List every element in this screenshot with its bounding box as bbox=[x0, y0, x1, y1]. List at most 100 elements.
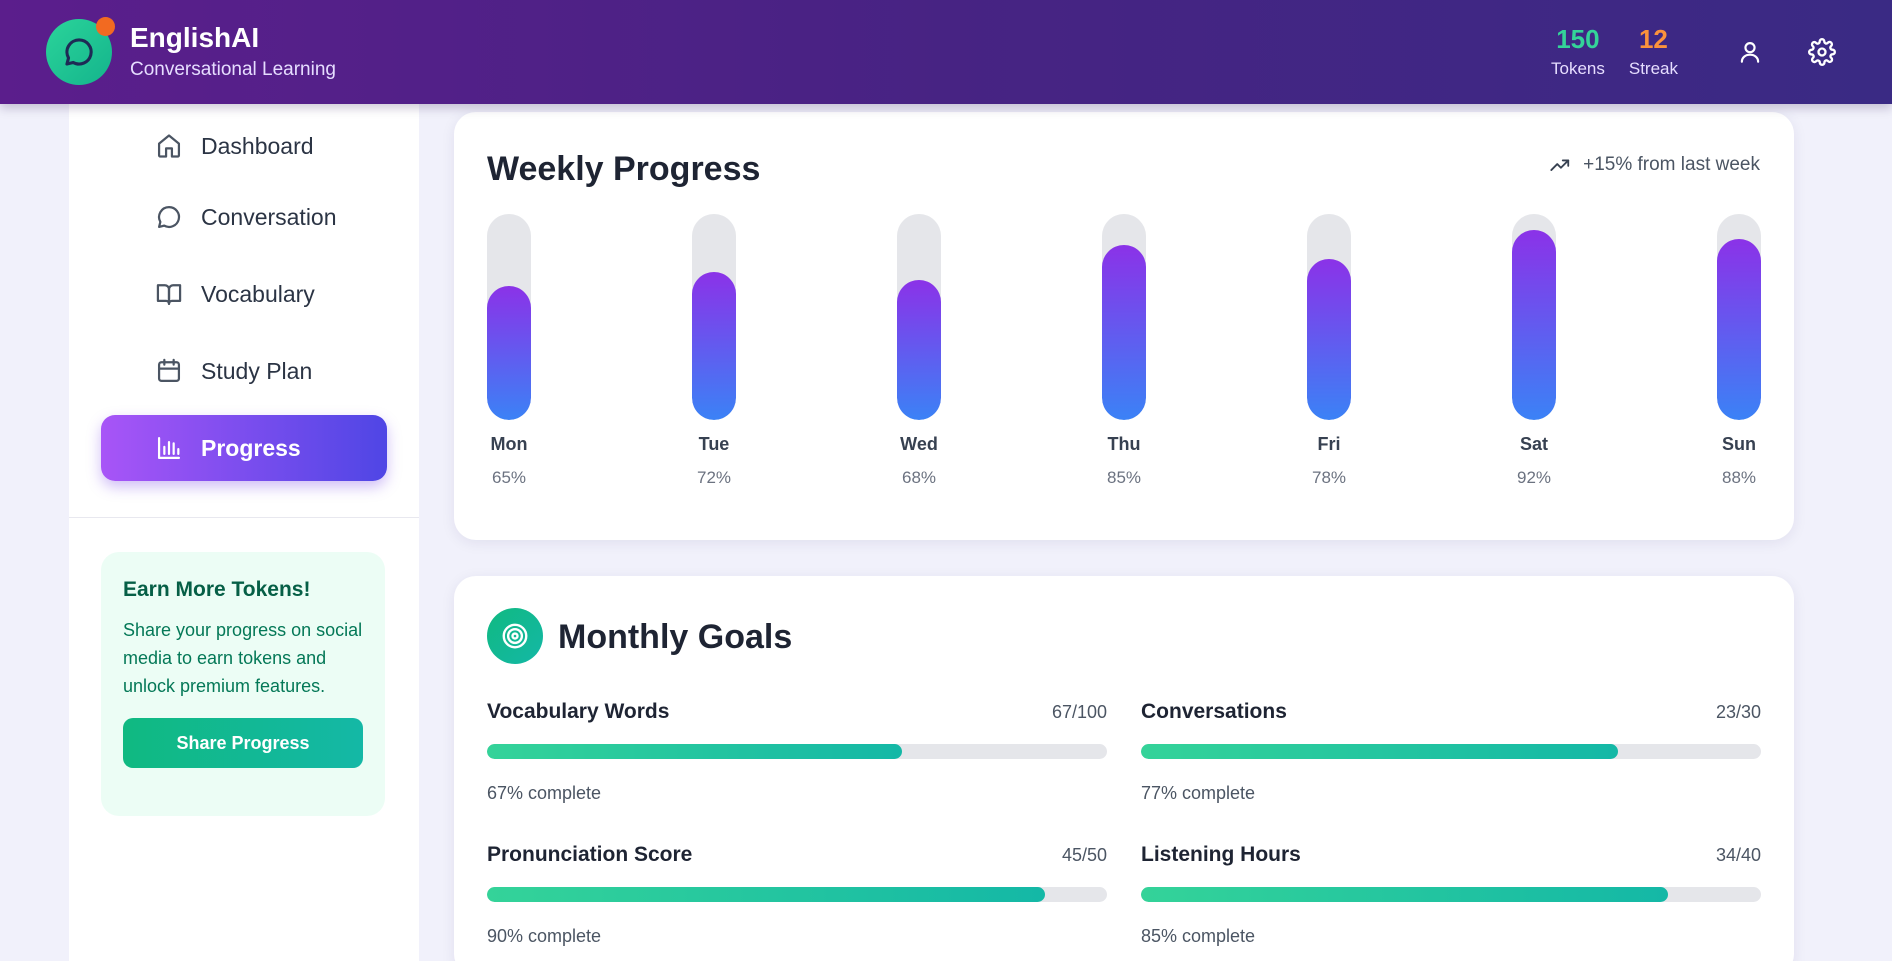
day-bar: Sat 92% bbox=[1512, 214, 1556, 494]
day-bar-fill bbox=[1102, 244, 1146, 420]
share-progress-button[interactable]: Share Progress bbox=[123, 718, 363, 768]
trending-up-icon bbox=[1550, 159, 1570, 171]
goal-count: 45/50 bbox=[1061, 845, 1107, 865]
day-bar-track bbox=[692, 214, 736, 420]
day-percent: 68% bbox=[901, 468, 937, 487]
sidebar-divider bbox=[69, 517, 419, 518]
goal-name: Conversations bbox=[1141, 700, 1287, 723]
goal-progress-fill bbox=[1141, 744, 1619, 759]
day-percent: 72% bbox=[696, 468, 732, 487]
app-name: EnglishAI bbox=[130, 22, 260, 54]
sidebar-item-label: Study Plan bbox=[201, 357, 313, 384]
tokens-stat: 150 Tokens bbox=[1551, 26, 1605, 79]
goal-item: Pronunciation Score 45/50 90% complete bbox=[487, 843, 1107, 947]
top-header: EnglishAI Conversational Learning 150 To… bbox=[0, 0, 1892, 104]
goal-count: 23/30 bbox=[1715, 702, 1761, 722]
calendar-icon bbox=[155, 357, 183, 385]
day-bar-track bbox=[1102, 214, 1146, 420]
user-icon bbox=[1740, 42, 1760, 63]
goal-progress-bar bbox=[1141, 744, 1761, 759]
goal-percent: 67% complete bbox=[487, 783, 602, 803]
sidebar-nav: Dashboard Conversation Vocabulary Study … bbox=[69, 104, 419, 481]
sidebar-item-conversation[interactable]: Conversation bbox=[101, 184, 387, 250]
goal-percent: 77% complete bbox=[1141, 783, 1256, 803]
day-bar-fill bbox=[692, 271, 736, 420]
day-percent: 92% bbox=[1516, 468, 1552, 487]
goal-item: Vocabulary Words 67/100 67% complete bbox=[487, 700, 1107, 804]
goal-name: Pronunciation Score bbox=[487, 843, 693, 866]
goal-count: 34/40 bbox=[1715, 845, 1761, 865]
goal-progress-bar bbox=[487, 744, 1107, 759]
monthly-goals-title: Monthly Goals bbox=[558, 618, 793, 656]
day-bar-fill bbox=[487, 286, 531, 420]
promo-card: Earn More Tokens! Share your progress on… bbox=[101, 552, 385, 816]
day-percent: 88% bbox=[1721, 468, 1757, 487]
day-bar-fill bbox=[1512, 230, 1556, 420]
brand[interactable]: EnglishAI Conversational Learning bbox=[46, 17, 336, 85]
sidebar-item-label: Conversation bbox=[201, 203, 337, 230]
day-bar-fill bbox=[1717, 238, 1761, 420]
goal-count: 67/100 bbox=[1051, 702, 1107, 722]
day-label: Fri bbox=[1317, 434, 1341, 454]
settings-button[interactable] bbox=[1798, 28, 1846, 76]
notification-dot bbox=[96, 17, 115, 36]
day-bar-track bbox=[897, 214, 941, 420]
goal-progress-bar bbox=[1141, 887, 1761, 902]
day-label: Tue bbox=[698, 434, 730, 454]
sidebar-item-label: Dashboard bbox=[201, 132, 314, 159]
streak-value: 12 bbox=[1638, 23, 1668, 54]
goal-name: Listening Hours bbox=[1141, 843, 1301, 866]
sidebar-item-dashboard[interactable]: Dashboard bbox=[101, 119, 387, 173]
weekly-progress-title: Weekly Progress bbox=[487, 150, 761, 188]
day-bar-fill bbox=[1307, 259, 1351, 420]
chat-bubble-icon bbox=[65, 38, 93, 66]
day-label: Mon bbox=[490, 434, 528, 454]
goal-progress-fill bbox=[487, 887, 1045, 902]
goal-progress-bar bbox=[487, 887, 1107, 902]
day-label: Thu bbox=[1107, 434, 1141, 454]
promo-text: Share your progress on social media to e… bbox=[123, 620, 363, 696]
day-bar-track bbox=[487, 214, 531, 420]
streak-stat: 12 Streak bbox=[1629, 26, 1678, 79]
day-bar-track bbox=[1717, 214, 1761, 420]
tokens-value: 150 bbox=[1556, 23, 1600, 54]
sidebar: Dashboard Conversation Vocabulary Study … bbox=[69, 104, 419, 961]
weekly-progress-card: Weekly Progress +15% from last week Mon 6… bbox=[454, 112, 1794, 540]
sidebar-item-label: Vocabulary bbox=[201, 280, 315, 307]
gear-icon bbox=[1808, 38, 1836, 66]
weekly-bars: Mon 65% Tue 72% Wed 68% Thu 85% Fri 78% Sat 92% Sun 8… bbox=[487, 214, 1761, 494]
day-bar: Wed 68% bbox=[897, 214, 941, 494]
day-bar-track bbox=[1307, 214, 1351, 420]
day-label: Wed bbox=[900, 434, 938, 454]
streak-label: Streak bbox=[1628, 58, 1678, 78]
tokens-label: Tokens bbox=[1550, 58, 1605, 78]
day-bar: Sun 88% bbox=[1717, 214, 1761, 494]
book-icon bbox=[155, 280, 183, 308]
app-subtitle: Conversational Learning bbox=[130, 58, 336, 80]
day-label: Sun bbox=[1722, 434, 1756, 454]
monthly-goals-card: Monthly Goals Vocabulary Words 67/100 67% … bbox=[454, 576, 1794, 961]
sidebar-item-progress[interactable]: Progress bbox=[101, 415, 387, 481]
goal-progress-fill bbox=[487, 744, 903, 759]
goal-item: Listening Hours 34/40 85% complete bbox=[1141, 843, 1761, 947]
target-icon bbox=[487, 608, 543, 664]
goal-progress-fill bbox=[1141, 887, 1668, 902]
sidebar-item-label: Progress bbox=[201, 434, 301, 461]
sidebar-item-vocabulary[interactable]: Vocabulary bbox=[101, 261, 387, 327]
promo-title: Earn More Tokens! bbox=[123, 578, 311, 601]
profile-button[interactable] bbox=[1726, 28, 1774, 76]
day-bar-fill bbox=[897, 279, 941, 420]
day-bar: Tue 72% bbox=[692, 214, 736, 494]
goal-percent: 90% complete bbox=[487, 926, 602, 946]
bar-chart-icon bbox=[155, 434, 183, 462]
home-icon bbox=[155, 132, 183, 160]
goal-percent: 85% complete bbox=[1141, 926, 1256, 946]
chat-bubble-icon bbox=[155, 203, 183, 231]
sidebar-item-study-plan[interactable]: Study Plan bbox=[101, 338, 387, 404]
day-percent: 65% bbox=[491, 468, 527, 487]
goal-item: Conversations 23/30 77% complete bbox=[1141, 700, 1761, 804]
day-bar: Thu 85% bbox=[1102, 214, 1146, 494]
day-label: Sat bbox=[1519, 434, 1548, 454]
day-bar: Mon 65% bbox=[487, 214, 531, 494]
goal-name: Vocabulary Words bbox=[487, 700, 670, 723]
